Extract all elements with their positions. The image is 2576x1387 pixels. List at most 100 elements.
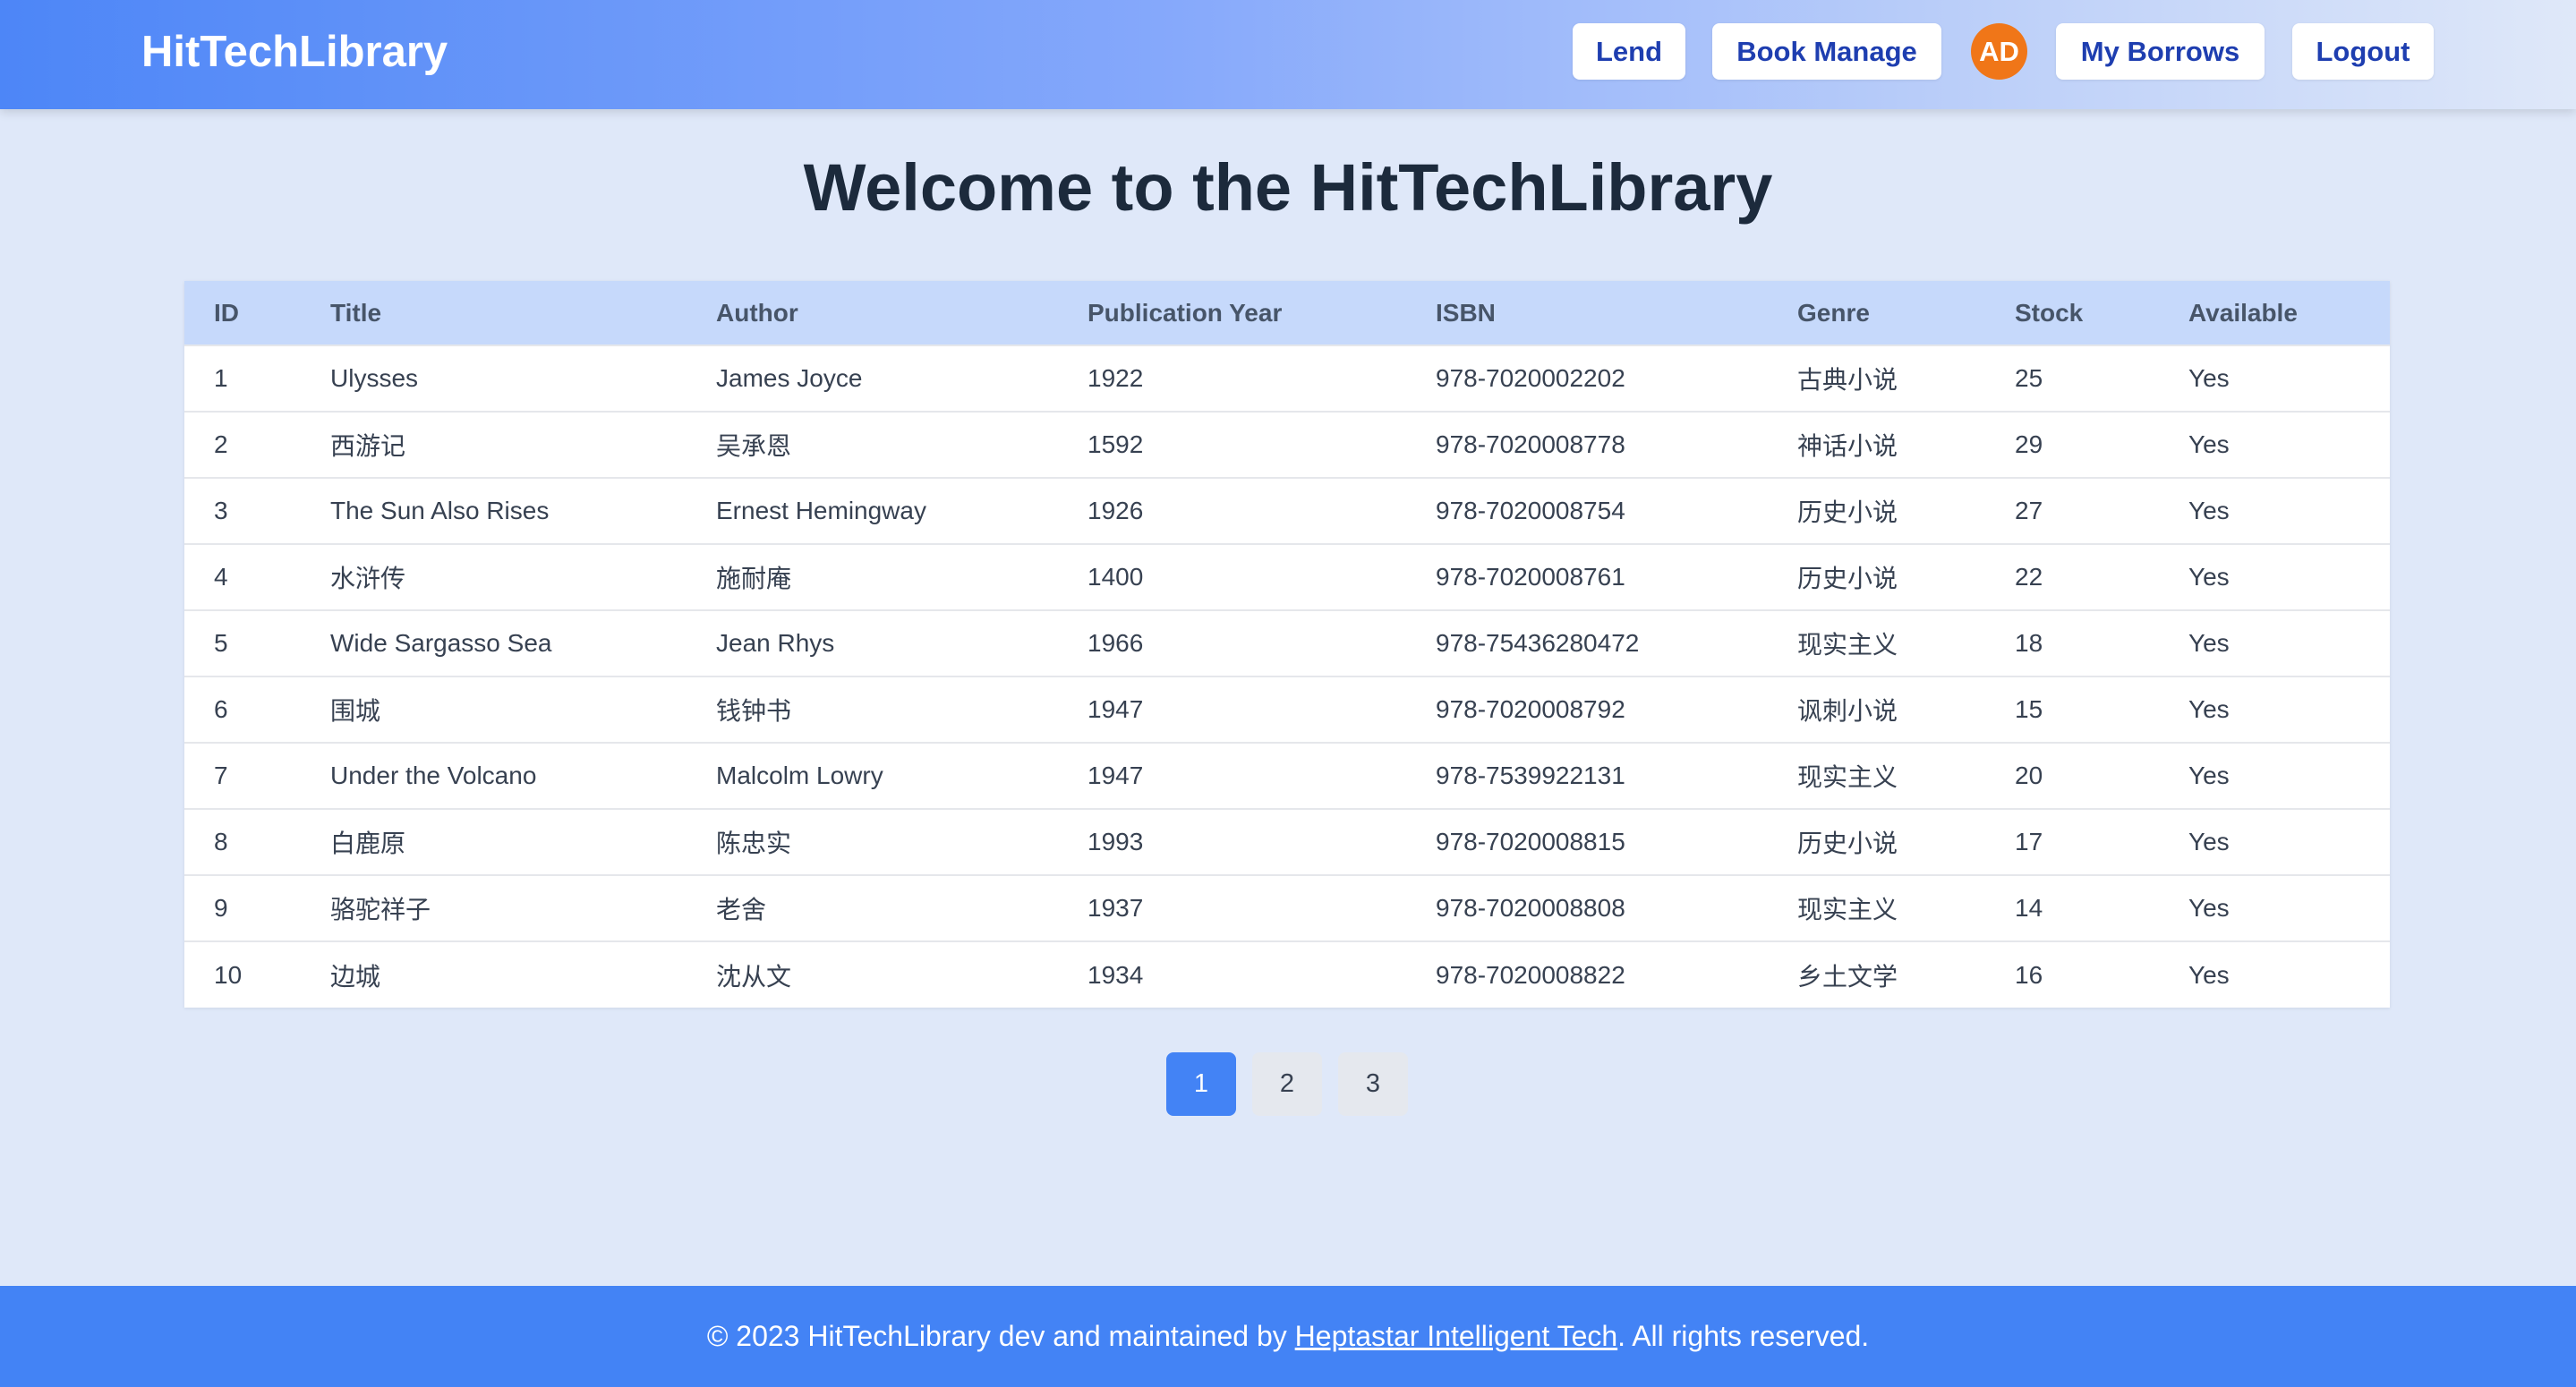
cell-year: 1947 — [1058, 742, 1406, 809]
column-header-available: Available — [2159, 281, 2390, 345]
cell-genre: 历史小说 — [1768, 808, 1985, 875]
cell-title: 围城 — [301, 676, 687, 743]
cell-id: 10 — [184, 940, 301, 1008]
cell-isbn: 978-7020008822 — [1406, 940, 1768, 1008]
cell-year: 1400 — [1058, 543, 1406, 610]
cell-id: 3 — [184, 477, 301, 544]
cell-isbn: 978-7020008808 — [1406, 874, 1768, 941]
cell-title: 骆驼祥子 — [301, 874, 687, 941]
cell-stock: 25 — [1985, 345, 2159, 412]
cell-author: Jean Rhys — [687, 609, 1058, 676]
cell-available: Yes — [2159, 676, 2390, 743]
cell-stock: 17 — [1985, 808, 2159, 875]
cell-genre: 神话小说 — [1768, 411, 1985, 478]
column-header-title: Title — [301, 281, 687, 345]
cell-available: Yes — [2159, 940, 2390, 1008]
cell-id: 9 — [184, 874, 301, 941]
cell-isbn: 978-7020002202 — [1406, 345, 1768, 412]
cell-year: 1934 — [1058, 940, 1406, 1008]
cell-author: Ernest Hemingway — [687, 477, 1058, 544]
page-title: Welcome to the HitTechLibrary — [803, 150, 1773, 225]
cell-title: 白鹿原 — [301, 808, 687, 875]
column-header-author: Author — [687, 281, 1058, 345]
cell-id: 1 — [184, 345, 301, 412]
cell-genre: 讽刺小说 — [1768, 676, 1985, 743]
cell-isbn: 978-7020008778 — [1406, 411, 1768, 478]
cell-genre: 古典小说 — [1768, 345, 1985, 412]
column-header-genre: Genre — [1768, 281, 1985, 345]
logout-button[interactable]: Logout — [2292, 23, 2434, 80]
cell-genre: 现实主义 — [1768, 742, 1985, 809]
cell-year: 1937 — [1058, 874, 1406, 941]
cell-title: 西游记 — [301, 411, 687, 478]
table-row: 2 西游记 吴承恩 1592 978-7020008778 神话小说 29 Ye… — [184, 411, 2390, 478]
page-button-2[interactable]: 2 — [1252, 1052, 1322, 1116]
cell-stock: 16 — [1985, 940, 2159, 1008]
cell-title: 水浒传 — [301, 543, 687, 610]
cell-available: Yes — [2159, 543, 2390, 610]
cell-stock: 22 — [1985, 543, 2159, 610]
cell-author: Malcolm Lowry — [687, 742, 1058, 809]
cell-year: 1926 — [1058, 477, 1406, 544]
cell-id: 8 — [184, 808, 301, 875]
book-manage-button[interactable]: Book Manage — [1712, 23, 1941, 80]
cell-stock: 29 — [1985, 411, 2159, 478]
cell-title: Ulysses — [301, 345, 687, 412]
cell-isbn: 978-7020008761 — [1406, 543, 1768, 610]
cell-id: 7 — [184, 742, 301, 809]
table-row: 4 水浒传 施耐庵 1400 978-7020008761 历史小说 22 Ye… — [184, 543, 2390, 610]
cell-stock: 14 — [1985, 874, 2159, 941]
footer-company-link[interactable]: Heptastar Intelligent Tech — [1295, 1320, 1618, 1352]
column-header-stock: Stock — [1985, 281, 2159, 345]
cell-genre: 现实主义 — [1768, 609, 1985, 676]
cell-title: Under the Volcano — [301, 742, 687, 809]
page-button-1[interactable]: 1 — [1166, 1052, 1236, 1116]
books-table: ID Title Author Publication Year ISBN Ge… — [184, 281, 2390, 1008]
cell-author: James Joyce — [687, 345, 1058, 412]
footer-copyright-suffix: . All rights reserved. — [1617, 1320, 1870, 1352]
books-table-container: ID Title Author Publication Year ISBN Ge… — [184, 281, 2390, 1008]
footer-copyright-prefix: © 2023 HitTechLibrary dev and maintained… — [706, 1320, 1295, 1352]
cell-isbn: 978-7020008815 — [1406, 808, 1768, 875]
cell-isbn: 978-7020008792 — [1406, 676, 1768, 743]
cell-isbn: 978-7539922131 — [1406, 742, 1768, 809]
table-header-row: ID Title Author Publication Year ISBN Ge… — [184, 281, 2390, 345]
cell-year: 1947 — [1058, 676, 1406, 743]
cell-isbn: 978-7020008754 — [1406, 477, 1768, 544]
cell-id: 4 — [184, 543, 301, 610]
cell-id: 6 — [184, 676, 301, 743]
cell-id: 2 — [184, 411, 301, 478]
cell-available: Yes — [2159, 808, 2390, 875]
cell-stock: 15 — [1985, 676, 2159, 743]
brand-logo-text[interactable]: HitTechLibrary — [141, 25, 448, 79]
top-navbar: HitTechLibrary Lend Book Manage AD My Bo… — [0, 0, 2576, 109]
cell-isbn: 978-75436280472 — [1406, 609, 1768, 676]
lend-button[interactable]: Lend — [1573, 23, 1685, 80]
cell-year: 1993 — [1058, 808, 1406, 875]
table-row: 10 边城 沈从文 1934 978-7020008822 乡土文学 16 Ye… — [184, 940, 2390, 1008]
cell-id: 5 — [184, 609, 301, 676]
cell-available: Yes — [2159, 742, 2390, 809]
cell-stock: 20 — [1985, 742, 2159, 809]
cell-stock: 18 — [1985, 609, 2159, 676]
cell-available: Yes — [2159, 411, 2390, 478]
cell-year: 1966 — [1058, 609, 1406, 676]
cell-year: 1592 — [1058, 411, 1406, 478]
user-avatar[interactable]: AD — [1971, 23, 2027, 80]
column-header-isbn: ISBN — [1406, 281, 1768, 345]
cell-available: Yes — [2159, 477, 2390, 544]
cell-year: 1922 — [1058, 345, 1406, 412]
cell-available: Yes — [2159, 609, 2390, 676]
cell-title: Wide Sargasso Sea — [301, 609, 687, 676]
my-borrows-button[interactable]: My Borrows — [2056, 23, 2265, 80]
column-header-publication-year: Publication Year — [1058, 281, 1406, 345]
cell-author: 沈从文 — [687, 940, 1058, 1008]
table-row: 6 围城 钱钟书 1947 978-7020008792 讽刺小说 15 Yes — [184, 676, 2390, 743]
page-button-3[interactable]: 3 — [1338, 1052, 1408, 1116]
table-row: 1 Ulysses James Joyce 1922 978-702000220… — [184, 345, 2390, 412]
table-row: 8 白鹿原 陈忠实 1993 978-7020008815 历史小说 17 Ye… — [184, 808, 2390, 875]
cell-title: The Sun Also Rises — [301, 477, 687, 544]
table-row: 9 骆驼祥子 老舍 1937 978-7020008808 现实主义 14 Ye… — [184, 874, 2390, 941]
cell-author: 吴承恩 — [687, 411, 1058, 478]
cell-genre: 历史小说 — [1768, 543, 1985, 610]
